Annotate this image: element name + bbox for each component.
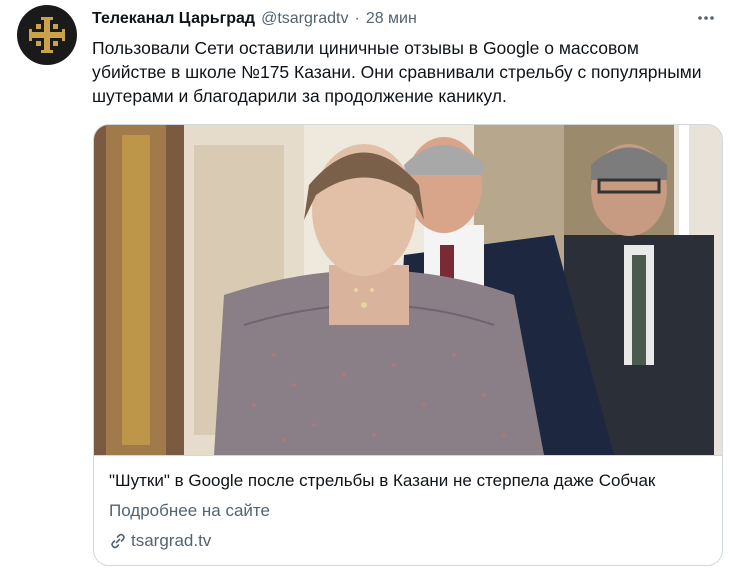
card-domain-text[interactable]: tsargrad.tv (131, 530, 211, 552)
tweet-text: Пользовали Сети оставили циничные отзывы… (92, 38, 702, 106)
more-horizontal-icon (698, 16, 714, 20)
card-domain[interactable]: tsargrad.tv (109, 530, 211, 552)
cross-logo-icon (29, 17, 65, 53)
user-handle[interactable]: @tsargradtv (261, 10, 348, 28)
link-icon (109, 532, 127, 550)
avatar[interactable] (17, 5, 77, 65)
display-name[interactable]: Телеканал Царьград (92, 10, 255, 28)
tweet-header: Телеканал Царьград @tsargradtv · 28 мин (92, 8, 694, 30)
card-body[interactable]: "Шутки" в Google после стрельбы в Казани… (94, 455, 722, 565)
card-title[interactable]: "Шутки" в Google после стрельбы в Казани… (109, 470, 709, 492)
card-image[interactable] (94, 125, 722, 455)
card-description[interactable]: Подробнее на сайте (109, 500, 270, 522)
card-photo (94, 125, 722, 455)
more-button[interactable] (692, 4, 720, 32)
link-card[interactable]: "Шутки" в Google после стрельбы в Казани… (93, 124, 723, 566)
timestamp[interactable]: 28 мин (366, 10, 417, 28)
tweet[interactable]: Телеканал Царьград @tsargradtv · 28 мин … (0, 0, 734, 579)
separator-dot: · (354, 10, 360, 27)
